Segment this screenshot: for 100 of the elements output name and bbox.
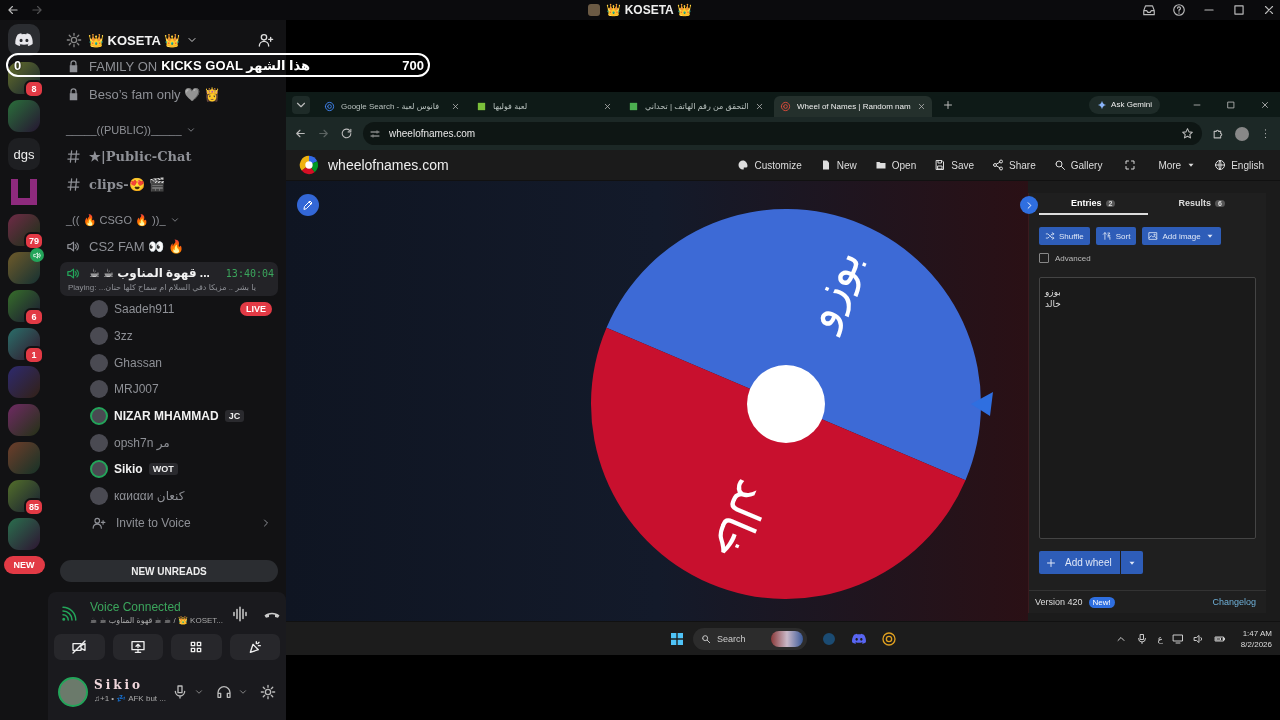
sort-icon xyxy=(1101,231,1112,241)
browser-tab[interactable]: Wheel of Names | Random nam xyxy=(774,96,932,117)
chevron-down-icon[interactable] xyxy=(193,687,204,697)
server-logo-icon[interactable] xyxy=(8,176,40,208)
server-name[interactable]: 👑 KOSETA 👑 xyxy=(88,32,180,48)
network-icon[interactable] xyxy=(1171,632,1184,645)
invite-link[interactable]: Invite to Voice xyxy=(116,515,191,530)
chevron-down-icon[interactable] xyxy=(237,687,248,697)
nav-button[interactable]: Share xyxy=(984,159,1044,171)
new-tab-icon[interactable] xyxy=(941,98,954,111)
site-brand[interactable]: wheelofnames.com xyxy=(328,157,449,173)
browser-tab[interactable]: Google Search - فانوس لعبة xyxy=(318,96,466,117)
category-label[interactable]: _____((PUBLIC))_____ xyxy=(66,124,182,136)
close-icon[interactable] xyxy=(1260,99,1270,110)
user-avatar[interactable] xyxy=(58,677,88,707)
headphones-icon[interactable] xyxy=(215,684,232,700)
language-indicator[interactable]: ع xyxy=(1157,633,1163,644)
collapse-button[interactable] xyxy=(1020,196,1038,214)
fullscreen-icon[interactable] xyxy=(1124,159,1137,171)
help-icon[interactable] xyxy=(1172,3,1186,17)
inbox-icon[interactable] xyxy=(1142,3,1156,17)
tool-button[interactable]: Shuffle xyxy=(1039,227,1090,245)
browser-tab[interactable]: التحقق من رقم الهاتف | تحداني xyxy=(622,96,770,117)
browser-tab[interactable]: لعبة فوليها xyxy=(470,96,618,117)
address-bar[interactable]: wheelofnames.com xyxy=(363,122,1202,145)
tab-search-icon[interactable] xyxy=(292,95,310,114)
close-icon[interactable] xyxy=(916,102,926,111)
profile-avatar[interactable] xyxy=(1235,126,1249,141)
mic-icon[interactable] xyxy=(1136,632,1149,645)
add-wheel-menu-button[interactable] xyxy=(1120,551,1143,574)
clock-time[interactable]: 1:47 AM xyxy=(1242,627,1272,639)
close-icon[interactable] xyxy=(1262,3,1276,17)
ask-gemini-button[interactable]: Ask Gemini xyxy=(1089,95,1160,114)
taskbar-search[interactable]: Search xyxy=(693,627,807,650)
channel-name[interactable]: clips-😍 🎬 xyxy=(89,176,166,192)
wheel-logo-icon[interactable] xyxy=(298,154,320,176)
activities-button[interactable] xyxy=(171,634,222,660)
extensions-icon[interactable] xyxy=(1212,127,1225,140)
chevron-down-icon[interactable] xyxy=(185,125,196,135)
nav-button[interactable]: Gallery xyxy=(1045,159,1111,171)
member-name[interactable]: MRJ007 xyxy=(114,382,159,397)
voice-status[interactable]: Voice Connected xyxy=(90,600,223,614)
wheel-pointer xyxy=(971,392,993,416)
maximize-icon[interactable] xyxy=(1226,99,1236,110)
wheel-slice[interactable] xyxy=(606,209,981,481)
slice-label: خالد xyxy=(699,472,782,568)
close-icon[interactable] xyxy=(451,102,460,111)
clock-date[interactable]: 8/2/2026 xyxy=(1240,638,1272,650)
channel-name[interactable]: ★|Public-Chat xyxy=(89,148,192,164)
volume-icon[interactable] xyxy=(1192,632,1205,645)
add-wheel-button[interactable]: Add wheel xyxy=(1039,551,1120,574)
member-name[interactable]: Ghassan xyxy=(114,355,163,370)
member-name[interactable]: 3zz xyxy=(114,329,133,344)
bookmark-star-icon[interactable] xyxy=(1181,127,1194,140)
nav-button[interactable]: Open xyxy=(866,159,925,171)
server-icon[interactable] xyxy=(8,252,40,284)
server-button[interactable]: dgs xyxy=(8,138,40,170)
category-label[interactable]: _(( 🔥 CSGO 🔥 ))_ xyxy=(66,213,166,227)
channel-name[interactable]: Beso’s fam only 🩶 👸 xyxy=(89,86,220,102)
back-icon[interactable] xyxy=(294,127,307,140)
changelog-link[interactable]: Changelog xyxy=(1212,597,1256,607)
waveform-icon[interactable] xyxy=(230,605,249,623)
wheel-hub[interactable] xyxy=(747,365,825,443)
camera-off-button[interactable] xyxy=(54,634,105,660)
member-name[interactable]: кαиααи كنعان xyxy=(114,489,185,504)
settings-icon[interactable] xyxy=(259,684,276,700)
chevron-down-icon[interactable] xyxy=(169,215,180,225)
entries-field[interactable]: بوزو خالد xyxy=(1039,277,1256,539)
home-button[interactable] xyxy=(8,24,40,56)
close-icon[interactable] xyxy=(755,102,764,111)
start-icon[interactable] xyxy=(669,630,685,647)
maximize-icon[interactable] xyxy=(1232,3,1246,17)
tool-button[interactable]: Sort xyxy=(1095,227,1137,245)
activity-text: Playing: ...يا بشر .. مزيكا دقي السلام ام سماح كلها حنان xyxy=(67,282,257,294)
channel-name[interactable]: FAMILY ON xyxy=(89,58,158,74)
advanced-checkbox[interactable] xyxy=(1039,253,1049,263)
nav-button[interactable]: New xyxy=(811,159,865,171)
member-name[interactable]: NIZAR MHAMMAD xyxy=(114,409,219,424)
tool-button[interactable]: Add image xyxy=(1142,227,1221,245)
screen-share-button[interactable] xyxy=(112,634,163,660)
new-pill[interactable]: NEW xyxy=(3,556,45,574)
member-name[interactable]: Saadeh911 xyxy=(114,302,175,317)
nav-button[interactable]: English xyxy=(1206,159,1272,171)
forward-icon[interactable] xyxy=(30,3,44,17)
soundboard-button[interactable] xyxy=(229,634,280,660)
nav-button[interactable]: Customize xyxy=(729,159,810,171)
reload-icon[interactable] xyxy=(340,127,353,140)
edit-button[interactable] xyxy=(297,194,319,216)
channel-name[interactable]: CS2 FAM 👀 🔥 xyxy=(89,238,184,254)
forward-icon[interactable] xyxy=(317,127,330,140)
nav-button[interactable]: More xyxy=(1150,159,1205,171)
member-name[interactable]: Sikio xyxy=(114,462,143,477)
back-icon[interactable] xyxy=(6,3,20,17)
unread-badge: 1 xyxy=(24,346,44,364)
add-user-icon[interactable] xyxy=(258,32,274,48)
new-unreads-button[interactable]: NEW UNREADS xyxy=(60,560,278,582)
voice-location[interactable]: ☕ ☕ قهوة المناوب ☕ ☕ / 👑 KOSET... xyxy=(90,614,223,628)
close-icon[interactable] xyxy=(603,102,612,111)
member-name[interactable]: opsh7n مر xyxy=(114,435,170,450)
nav-button[interactable]: Save xyxy=(926,159,982,171)
